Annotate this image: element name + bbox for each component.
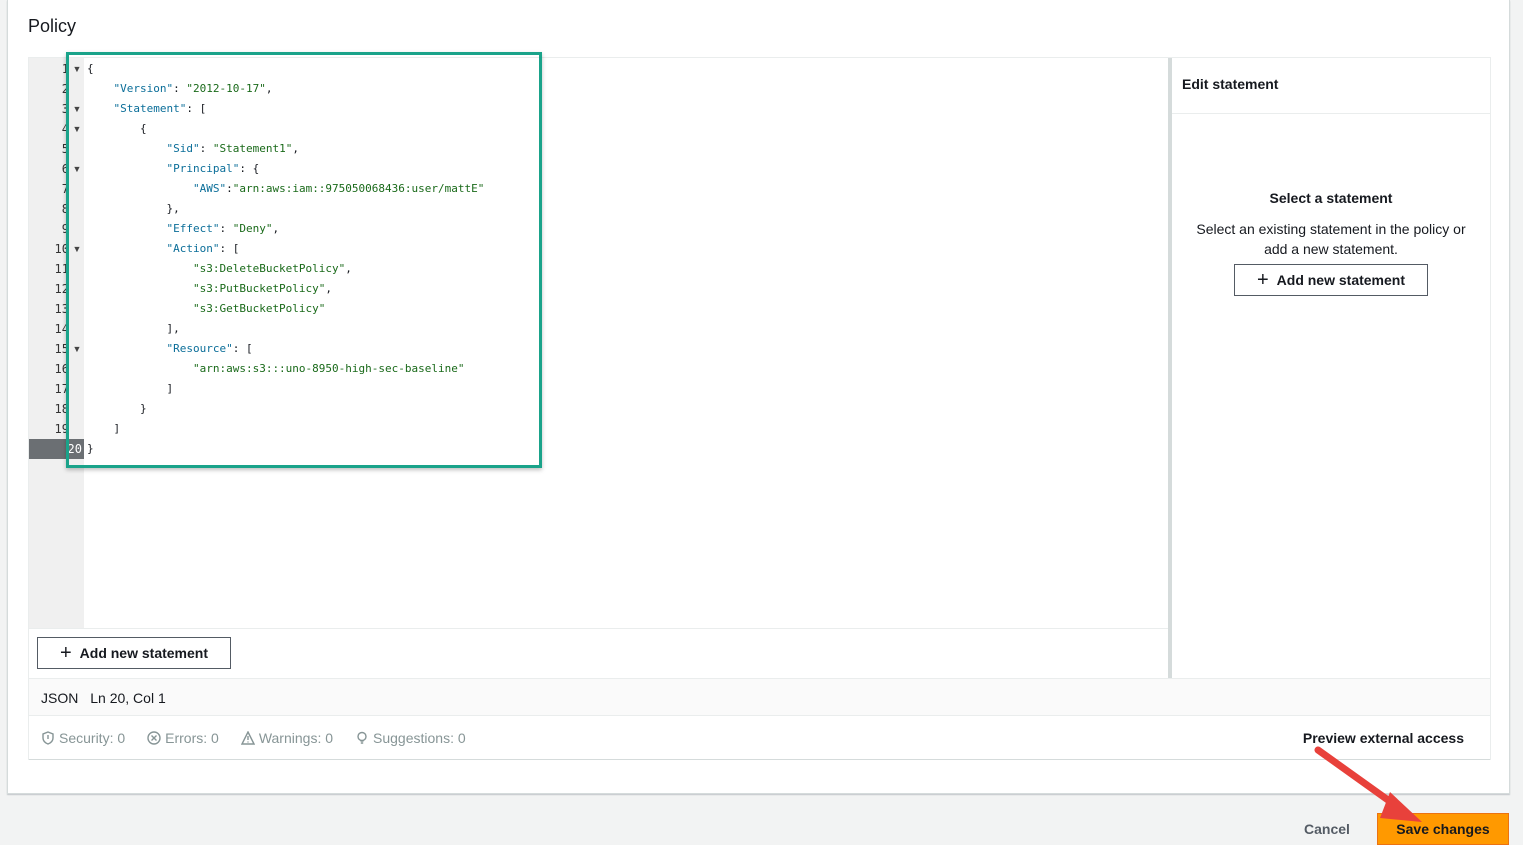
editor-gutter: 1 ▼ 2 3 ▼ 4 ▼ 5 6 ▼ 7 8 9 10 ▼ 11 12 13 14 15 ▼ 16 17 18 19 20 <box>29 58 84 628</box>
side-add-new-statement-label: Add new statement <box>1276 272 1406 288</box>
code-line: "AWS":"arn:aws:iam::975050068436:user/ma… <box>192 182 485 195</box>
line-number: 14 <box>54 322 69 336</box>
plus-icon: + <box>1256 269 1269 291</box>
code-line: "arn:aws:s3:::uno-8950-high-sec-baseline… <box>192 362 465 375</box>
code-line: "Sid": "Statement1", <box>166 142 299 155</box>
line-number: 8 <box>61 202 69 216</box>
code-line: } <box>87 402 147 415</box>
errors-count: Errors: 0 <box>165 729 219 746</box>
shield-icon <box>42 730 54 745</box>
suggestions-findings-tab[interactable]: Suggestions: 0 <box>355 730 466 746</box>
fold-toggle-icon[interactable]: ▼ <box>72 59 82 79</box>
policy-editor-frame: 1 ▼ 2 3 ▼ 4 ▼ 5 6 ▼ 7 8 9 10 ▼ 11 12 13 14 15 ▼ 16 17 18 19 20 { … <box>28 52 1491 760</box>
code-line: }, <box>87 202 180 215</box>
code-line: "Resource": [ <box>166 342 253 355</box>
preview-external-access-link[interactable]: Preview external access <box>1303 716 1464 760</box>
plus-icon: + <box>59 642 72 664</box>
language-mode: JSON <box>41 690 79 706</box>
security-count: Security: 0 <box>59 729 126 746</box>
code-line: "s3:DeleteBucketPolicy", <box>192 262 352 275</box>
code-line: "s3:PutBucketPolicy", <box>192 282 333 295</box>
fold-toggle-icon[interactable]: ▼ <box>72 339 82 359</box>
code-line: "Action": [ <box>166 242 240 255</box>
editor-status-bar: JSON Ln 20, Col 1 <box>29 678 1490 716</box>
fold-toggle-icon[interactable]: ▼ <box>72 99 82 119</box>
line-number: 16 <box>54 362 69 376</box>
warnings-count: Warnings: 0 <box>258 729 334 746</box>
select-statement-description: Select an existing statement in the poli… <box>1196 221 1466 257</box>
line-number: 18 <box>54 402 69 416</box>
errors-findings-tab[interactable]: Errors: 0 <box>147 730 219 746</box>
line-number: 12 <box>54 282 69 296</box>
cursor-position: Ln 20, Col 1 <box>90 690 166 706</box>
line-number: 11 <box>54 262 69 276</box>
code-line: "Effect": "Deny", <box>166 222 280 235</box>
line-number: 10 <box>54 242 69 256</box>
code-line: { <box>87 122 147 135</box>
fold-toggle-icon[interactable]: ▼ <box>72 119 82 139</box>
cancel-button[interactable]: Cancel <box>1304 821 1350 837</box>
edit-statement-panel: Edit statement Select a statement Select… <box>1172 58 1490 678</box>
code-line: ] <box>87 422 121 435</box>
line-number: 3 <box>61 102 69 116</box>
error-icon <box>147 730 161 745</box>
policy-validation-bar: Security: 0 Errors: 0 Warnings: 0 Sugges… <box>29 716 1490 760</box>
save-changes-button[interactable]: Save changes <box>1377 813 1509 845</box>
code-line: } <box>87 442 94 455</box>
code-line: { <box>87 62 94 75</box>
line-number: 6 <box>61 162 69 176</box>
line-number: 7 <box>61 182 69 196</box>
code-line: "Principal": { <box>166 162 260 175</box>
page-title: Policy <box>28 16 77 36</box>
side-add-new-statement-button[interactable]: + Add new statement <box>1234 264 1428 296</box>
line-number: 15 <box>54 342 69 356</box>
add-new-statement-button[interactable]: + Add new statement <box>37 637 231 669</box>
warnings-findings-tab[interactable]: Warnings: 0 <box>240 729 334 746</box>
line-number: 17 <box>54 382 69 396</box>
warning-icon <box>240 730 255 745</box>
policy-panel: Policy 1 ▼ 2 3 ▼ 4 ▼ 5 6 ▼ 7 8 9 10 ▼ 11 12 13 14 15 ▼ 16 17 18… <box>7 0 1510 794</box>
line-number: 5 <box>61 142 69 156</box>
line-number: 4 <box>61 122 69 136</box>
suggestions-count: Suggestions: 0 <box>373 729 466 746</box>
editor-footer: + Add new statement <box>29 628 1168 678</box>
add-new-statement-label: Add new statement <box>79 645 209 661</box>
code-line: "Version": "2012-10-17", <box>113 82 273 95</box>
select-statement-title: Select a statement <box>1269 190 1393 206</box>
json-editor[interactable]: 1 ▼ 2 3 ▼ 4 ▼ 5 6 ▼ 7 8 9 10 ▼ 11 12 13 14 15 ▼ 16 17 18 19 20 { … <box>29 52 1168 628</box>
line-number: 13 <box>54 302 69 316</box>
line-number: 2 <box>61 82 69 96</box>
fold-toggle-icon[interactable]: ▼ <box>72 159 82 179</box>
edit-statement-header: Edit statement <box>1172 58 1490 114</box>
line-number: 20 <box>29 439 84 459</box>
security-findings-tab[interactable]: Security: 0 <box>41 730 125 746</box>
fold-toggle-icon[interactable]: ▼ <box>72 239 82 259</box>
code-line: "s3:GetBucketPolicy" <box>192 302 326 315</box>
lightbulb-icon <box>357 731 367 744</box>
line-number: 9 <box>61 222 69 236</box>
code-line: "Statement": [ <box>113 102 207 115</box>
code-line: ] <box>87 382 174 395</box>
line-number: 1 <box>61 62 69 76</box>
line-number: 19 <box>54 422 69 436</box>
code-line: ], <box>87 322 180 335</box>
